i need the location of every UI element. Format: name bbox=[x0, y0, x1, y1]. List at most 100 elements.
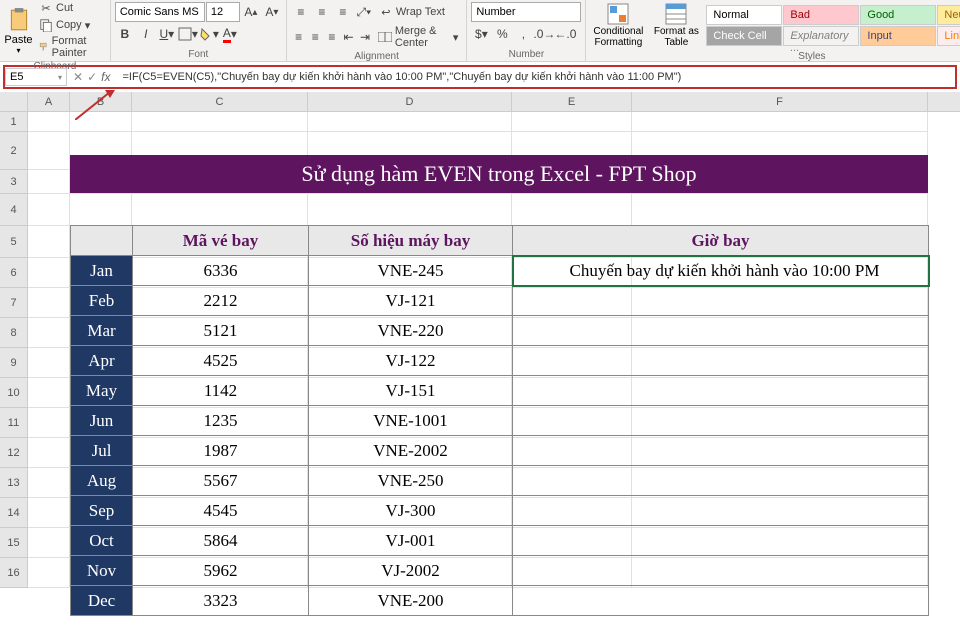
plane-7[interactable]: VNE-250 bbox=[309, 466, 513, 496]
style-linked-cell[interactable]: Linked Cell bbox=[937, 26, 960, 46]
cell-C4[interactable] bbox=[132, 194, 308, 226]
plane-2[interactable]: VNE-220 bbox=[309, 316, 513, 346]
row-header-16[interactable]: 16 bbox=[0, 558, 28, 588]
time-3[interactable] bbox=[513, 346, 929, 376]
number-format-select[interactable] bbox=[471, 2, 581, 22]
font-size-select[interactable] bbox=[206, 2, 240, 22]
time-1[interactable] bbox=[513, 286, 929, 316]
plane-11[interactable]: VNE-200 bbox=[309, 586, 513, 616]
time-2[interactable] bbox=[513, 316, 929, 346]
wrap-text-button[interactable]: ↩Wrap Text bbox=[375, 4, 449, 20]
code-9[interactable]: 5864 bbox=[133, 526, 309, 556]
italic-button[interactable]: I bbox=[136, 24, 156, 44]
increase-decimal-button[interactable]: .0→ bbox=[534, 24, 554, 44]
row-header-6[interactable]: 6 bbox=[0, 258, 28, 288]
fill-color-button[interactable]: ▾ bbox=[199, 24, 219, 44]
copy-button[interactable]: Copy ▾ bbox=[35, 17, 106, 33]
align-top-button[interactable]: ≡ bbox=[291, 2, 311, 22]
row-header-15[interactable]: 15 bbox=[0, 528, 28, 558]
col-header-C[interactable]: C bbox=[132, 92, 308, 111]
orientation-button[interactable]: ⤢▾ bbox=[354, 2, 374, 22]
code-0[interactable]: 6336 bbox=[133, 256, 309, 286]
row-header-11[interactable]: 11 bbox=[0, 408, 28, 438]
style-neutral[interactable]: Neutral bbox=[937, 5, 960, 25]
row-header-4[interactable]: 4 bbox=[0, 194, 28, 226]
select-all-corner[interactable] bbox=[0, 92, 28, 111]
plane-9[interactable]: VJ-001 bbox=[309, 526, 513, 556]
font-color-button[interactable]: A▾ bbox=[220, 24, 240, 44]
decrease-indent-button[interactable]: ⇤ bbox=[341, 27, 357, 47]
time-5[interactable] bbox=[513, 406, 929, 436]
plane-1[interactable]: VJ-121 bbox=[309, 286, 513, 316]
paste-button[interactable]: Paste ▾ bbox=[4, 6, 33, 55]
enter-formula-button[interactable]: ✓ bbox=[87, 70, 97, 84]
bold-button[interactable]: B bbox=[115, 24, 135, 44]
align-middle-button[interactable]: ≡ bbox=[312, 2, 332, 22]
comma-button[interactable]: , bbox=[513, 24, 533, 44]
month-Apr[interactable]: Apr bbox=[71, 346, 133, 376]
row-header-14[interactable]: 14 bbox=[0, 498, 28, 528]
time-9[interactable] bbox=[513, 526, 929, 556]
time-10[interactable] bbox=[513, 556, 929, 586]
increase-font-button[interactable]: A▴ bbox=[241, 2, 261, 22]
plane-0[interactable]: VNE-245 bbox=[309, 256, 513, 286]
month-Jan[interactable]: Jan bbox=[71, 256, 133, 286]
code-3[interactable]: 4525 bbox=[133, 346, 309, 376]
code-7[interactable]: 5567 bbox=[133, 466, 309, 496]
cell-A11[interactable] bbox=[28, 408, 70, 438]
plane-3[interactable]: VJ-122 bbox=[309, 346, 513, 376]
currency-button[interactable]: $▾ bbox=[471, 24, 491, 44]
cell-A9[interactable] bbox=[28, 348, 70, 378]
row-header-8[interactable]: 8 bbox=[0, 318, 28, 348]
cell-A15[interactable] bbox=[28, 528, 70, 558]
plane-6[interactable]: VNE-2002 bbox=[309, 436, 513, 466]
row-header-7[interactable]: 7 bbox=[0, 288, 28, 318]
cell-A4[interactable] bbox=[28, 194, 70, 226]
month-Oct[interactable]: Oct bbox=[71, 526, 133, 556]
col-header-A[interactable]: A bbox=[28, 92, 70, 111]
style-input[interactable]: Input bbox=[860, 26, 936, 46]
cell-A8[interactable] bbox=[28, 318, 70, 348]
percent-button[interactable]: % bbox=[492, 24, 512, 44]
time-7[interactable] bbox=[513, 466, 929, 496]
align-center-button[interactable]: ≡ bbox=[307, 27, 323, 47]
cell-A14[interactable] bbox=[28, 498, 70, 528]
row-header-13[interactable]: 13 bbox=[0, 468, 28, 498]
align-left-button[interactable]: ≡ bbox=[291, 27, 307, 47]
cell-C1[interactable] bbox=[132, 112, 308, 132]
cell-A10[interactable] bbox=[28, 378, 70, 408]
cell-B4[interactable] bbox=[70, 194, 132, 226]
conditional-formatting-button[interactable]: Conditional Formatting bbox=[590, 0, 646, 50]
cell-styles-gallery[interactable]: Normal Bad Good Neutral Check Cell Expla… bbox=[706, 5, 960, 46]
cell-A7[interactable] bbox=[28, 288, 70, 318]
row-header-10[interactable]: 10 bbox=[0, 378, 28, 408]
cell-A5[interactable] bbox=[28, 226, 70, 258]
code-1[interactable]: 2212 bbox=[133, 286, 309, 316]
plane-8[interactable]: VJ-300 bbox=[309, 496, 513, 526]
month-Sep[interactable]: Sep bbox=[71, 496, 133, 526]
cell-D1[interactable] bbox=[308, 112, 512, 132]
cell-A16[interactable] bbox=[28, 558, 70, 588]
cancel-formula-button[interactable]: ✕ bbox=[73, 70, 83, 84]
code-6[interactable]: 1987 bbox=[133, 436, 309, 466]
cell-F4[interactable] bbox=[632, 194, 928, 226]
code-4[interactable]: 1142 bbox=[133, 376, 309, 406]
col-header-B[interactable]: B bbox=[70, 92, 132, 111]
col-header-F[interactable]: F bbox=[632, 92, 928, 111]
style-bad[interactable]: Bad bbox=[783, 5, 859, 25]
row-header-9[interactable]: 9 bbox=[0, 348, 28, 378]
name-box[interactable]: E5▾ bbox=[5, 68, 67, 86]
style-check-cell[interactable]: Check Cell bbox=[706, 26, 782, 46]
cell-A6[interactable] bbox=[28, 258, 70, 288]
row-header-5[interactable]: 5 bbox=[0, 226, 28, 258]
row-header-1[interactable]: 1 bbox=[0, 112, 28, 132]
decrease-decimal-button[interactable]: ←.0 bbox=[555, 24, 575, 44]
code-8[interactable]: 4545 bbox=[133, 496, 309, 526]
increase-indent-button[interactable]: ⇥ bbox=[357, 27, 373, 47]
font-name-select[interactable] bbox=[115, 2, 205, 22]
align-bottom-button[interactable]: ≡ bbox=[333, 2, 353, 22]
cell-E1[interactable] bbox=[512, 112, 632, 132]
cell-D4[interactable] bbox=[308, 194, 512, 226]
cell-A1[interactable] bbox=[28, 112, 70, 132]
border-button[interactable]: ▾ bbox=[178, 24, 198, 44]
